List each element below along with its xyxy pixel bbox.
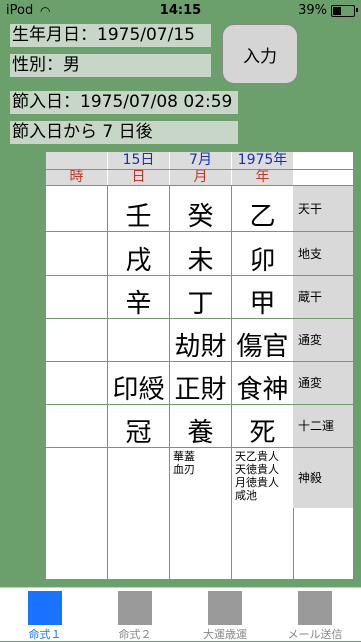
tab-icon — [28, 591, 62, 625]
cell-year-chishi: 卯 — [249, 246, 276, 276]
cell-month-chishi: 未 — [187, 246, 214, 276]
tab-icon — [118, 591, 152, 625]
pillar-month: 月 — [170, 169, 231, 185]
pillar-year: 年 — [232, 169, 293, 185]
cell-year-zoukan: 甲 — [249, 289, 276, 319]
battery-percent: 39% — [298, 3, 327, 18]
header-month-value: 7月 — [170, 152, 231, 169]
shinsatsu-year-item: 天乙貴人 — [235, 450, 279, 463]
battery-cap — [356, 8, 358, 12]
status-bar: iPod ◠ 14:15 39% — [0, 0, 361, 22]
battery-fill — [333, 7, 341, 15]
tab-meishiki-2[interactable]: 命式２ — [90, 588, 180, 641]
tab-taiun-saiun[interactable]: 大運歳運 — [180, 588, 270, 641]
row-label-shinsatsu: 神殺 — [293, 448, 353, 508]
row-label-juniun: 十二運 — [293, 405, 353, 447]
shinsatsu-year-item: 咸池 — [235, 489, 257, 502]
pillar-hour: 時 — [46, 169, 107, 185]
header-blank — [46, 152, 107, 169]
setsu-after-field: 節入日から 7 日後 — [10, 121, 238, 144]
cell-year-juniun: 死 — [249, 418, 276, 448]
setsu-date-field: 節入日：1975/07/08 02:59 — [10, 91, 238, 114]
tab-meishiki-1[interactable]: 命式１ — [0, 588, 90, 641]
header-day-value: 15日 — [108, 152, 169, 169]
row-label-tenkan: 天干 — [293, 186, 353, 231]
cell-year-tsuhen-2: 食神 — [236, 375, 289, 405]
header-year-value: 1975年 — [232, 152, 293, 169]
cell-month-juniun: 養 — [187, 418, 214, 448]
cell-month-zoukan: 丁 — [187, 289, 214, 319]
row-label-tsuhen-2: 通変 — [293, 362, 353, 404]
gender-field: 性別：男 — [10, 54, 211, 77]
tab-mail-send[interactable]: メール送信 — [270, 588, 360, 641]
shinsatsu-year-item: 天徳貴人 — [235, 463, 279, 476]
row-label-zoukan: 蔵干 — [293, 276, 353, 318]
cell-day-chishi: 戌 — [125, 246, 152, 276]
cell-day-tenkan: 壬 — [125, 202, 152, 232]
cell-day-zoukan: 辛 — [125, 289, 152, 319]
pillar-day: 日 — [108, 169, 169, 185]
input-button[interactable]: 入力 — [222, 24, 298, 84]
cell-month-tsuhen-1: 劫財 — [174, 332, 227, 362]
tab-icon — [298, 591, 332, 625]
cell-day-tsuhen-2: 印綬 — [112, 375, 165, 405]
shinsatsu-month: 華蓋 血刃 — [173, 450, 229, 476]
shinsatsu-year: 天乙貴人 天徳貴人 月徳貴人 咸池 — [235, 450, 293, 502]
cell-year-tsuhen-1: 傷官 — [236, 332, 289, 362]
shinsatsu-year-item: 月徳貴人 — [235, 476, 279, 489]
tab-bar: 命式１ 命式２ 大運歳運 メール送信 — [0, 587, 361, 641]
cell-day-juniun: 冠 — [125, 418, 152, 448]
cell-month-tsuhen-2: 正財 — [174, 375, 227, 405]
battery-icon — [331, 5, 355, 17]
row-label-tsuhen-1: 通変 — [293, 319, 353, 361]
cell-month-tenkan: 癸 — [187, 202, 214, 232]
birthdate-field: 生年月日：1975/07/15 — [10, 24, 211, 47]
meishiki-chart: 15日 7月 1975年 時 日 月 年 天干 地支 蔵干 通変 通変 十二運 … — [46, 152, 353, 579]
shinsatsu-month-item: 華蓋 — [173, 450, 195, 463]
row-label-chishi: 地支 — [293, 232, 353, 275]
shinsatsu-month-item: 血刃 — [173, 463, 195, 476]
tab-icon — [208, 591, 242, 625]
cell-year-tenkan: 乙 — [249, 202, 276, 232]
